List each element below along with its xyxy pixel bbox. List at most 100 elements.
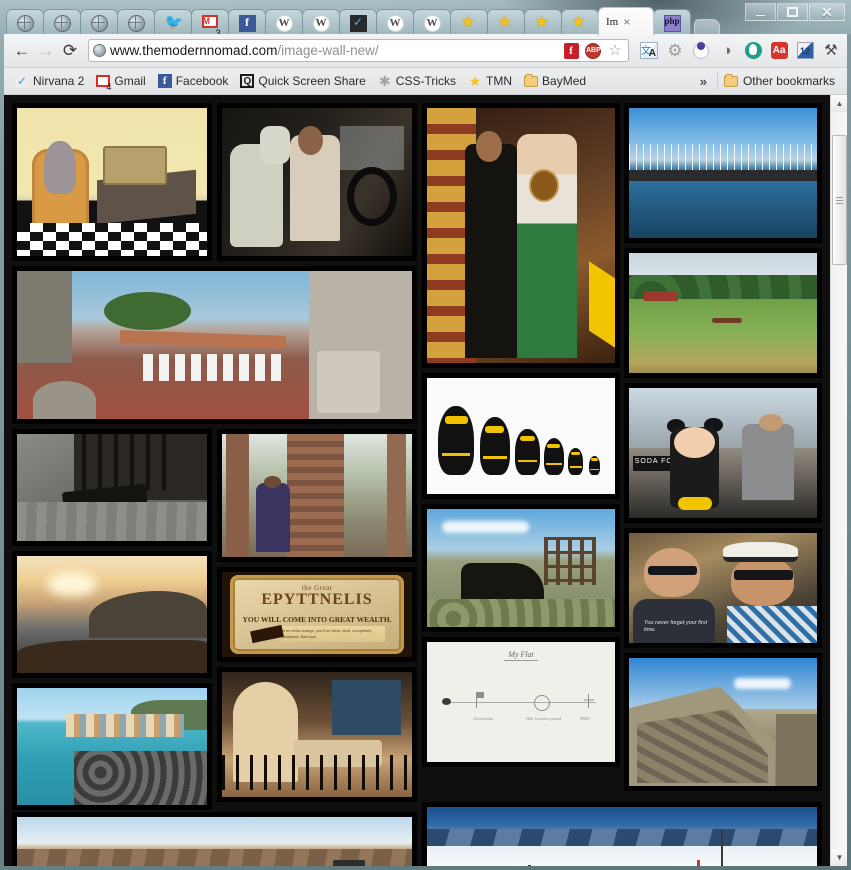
scroll-down-arrow-icon[interactable]: ▼	[831, 849, 847, 866]
wordpress-icon: W	[424, 15, 441, 32]
folder-icon	[524, 74, 538, 88]
tile-bus-driver[interactable]	[217, 103, 417, 261]
scroll-thumb-grip-icon	[836, 197, 843, 204]
url-path: /image-wall-new/	[277, 43, 378, 58]
scroll-up-arrow-icon[interactable]: ▲	[831, 95, 847, 112]
tile-rooftop-laundry[interactable]	[12, 266, 417, 424]
bookmark-label: Facebook	[176, 74, 229, 88]
tile-riad-interior[interactable]	[217, 667, 417, 802]
globe-icon	[128, 15, 145, 32]
tab-twitter[interactable]: 🐦	[154, 9, 192, 36]
tab-star-4[interactable]: ★	[561, 9, 599, 36]
forward-button[interactable]: →	[34, 39, 58, 63]
tile-turntable-deck[interactable]	[12, 429, 212, 546]
chrome-menu-wrench-icon[interactable]: ⚒	[821, 41, 841, 61]
tshirt-line-1: You never forget	[644, 620, 684, 626]
tab-wordpress-3[interactable]: W	[376, 9, 414, 36]
globe-icon	[17, 15, 34, 32]
tile-my-flat-sketch[interactable]: My Flat Give bottles Wait for notice per…	[422, 637, 620, 767]
wordpress-icon: W	[313, 15, 330, 32]
new-tab-button[interactable]	[694, 19, 720, 35]
tile-cartoon-armchair[interactable]	[12, 103, 212, 261]
bookmark-gmail[interactable]: Gmail	[91, 72, 150, 90]
tab-nirvana[interactable]: ✓	[339, 9, 377, 36]
tile-pine-tree[interactable]	[217, 429, 417, 562]
clock-extension-icon[interactable]	[691, 41, 711, 61]
bookmark-tmn[interactable]: ★ TMN	[463, 72, 517, 90]
tile-mickey-mouse[interactable]: SODA FOUNT	[624, 383, 822, 523]
tile-seaside-town[interactable]	[12, 683, 212, 810]
vertical-scroll-thumb[interactable]	[832, 135, 847, 265]
image-desert-panorama	[17, 817, 412, 866]
flash-icon[interactable]: f	[562, 42, 580, 60]
sketch-title: My Flat	[427, 650, 615, 661]
tile-two-men[interactable]: You never forget your first time.	[624, 528, 822, 648]
tile-desert-panorama[interactable]	[12, 812, 417, 866]
image-mine-machinery	[427, 509, 615, 627]
facebook-icon: f	[239, 15, 256, 32]
tab-globe-3[interactable]	[80, 9, 118, 36]
browser-window: ✕ 🐦 M3 f W W ✓ W W ★ ★ ★ ★	[0, 0, 851, 870]
tab-close-icon[interactable]: ×	[623, 16, 630, 28]
font-size-icon[interactable]: Aa	[769, 41, 789, 61]
bookmark-label: Gmail	[114, 74, 145, 88]
tile-snow-panorama[interactable]	[422, 802, 822, 866]
tshirt-text: You never forget your first time.	[644, 620, 708, 634]
tab-facebook[interactable]: f	[228, 9, 266, 36]
translate-icon[interactable]	[639, 41, 659, 61]
tab-globe-1[interactable]	[6, 9, 44, 36]
tab-gmail[interactable]: M3	[191, 9, 229, 36]
column-2-lower: the Great EPYTTNELIS YOU WILL COME INTO …	[217, 429, 417, 807]
tab-title: Im	[606, 16, 618, 28]
image-riad-interior	[222, 672, 412, 797]
tab-globe-2[interactable]	[43, 9, 81, 36]
bookmark-star-icon[interactable]: ☆	[606, 42, 624, 60]
image-seaside-town	[17, 688, 207, 805]
image-marina-boats	[629, 108, 817, 238]
back-button[interactable]: ←	[10, 39, 34, 63]
tab-star-2[interactable]: ★	[487, 9, 525, 36]
tab-strip: 🐦 M3 f W W ✓ W W ★ ★ ★ ★ Im × php	[0, 8, 851, 36]
reload-button[interactable]: ⟳	[58, 39, 82, 63]
bookmark-css-tricks[interactable]: ✱ CSS-Tricks	[373, 72, 461, 90]
tile-nesting-dolls[interactable]	[422, 373, 620, 499]
folder-icon	[724, 74, 738, 88]
tile-mine-machinery[interactable]	[422, 504, 620, 632]
blue-extension-icon[interactable]: 12	[795, 41, 815, 61]
adblock-icon[interactable]: ABP	[584, 42, 602, 60]
tile-saint-statue[interactable]	[422, 103, 620, 368]
bookmark-quick-screen-share[interactable]: Q Quick Screen Share	[235, 72, 370, 90]
other-bookmarks-folder[interactable]: Other bookmarks	[717, 72, 841, 90]
tile-green-field[interactable]	[624, 248, 822, 378]
image-fortune-card: the Great EPYTTNELIS YOU WILL COME INTO …	[222, 572, 412, 657]
tab-php[interactable]: php	[653, 9, 691, 36]
gmail-icon: M3	[202, 15, 219, 32]
gear-icon[interactable]: ⚙	[665, 41, 685, 61]
wordpress-icon: W	[276, 15, 293, 32]
column-2	[217, 103, 417, 266]
bookmark-folder-baymed[interactable]: BayMed	[519, 72, 591, 90]
tab-star-1[interactable]: ★	[450, 9, 488, 36]
tab-active-image-wall[interactable]: Im ×	[598, 7, 654, 36]
tab-wordpress-2[interactable]: W	[302, 9, 340, 36]
globe-extension-icon[interactable]	[743, 41, 763, 61]
php-icon: php	[664, 15, 681, 32]
vertical-scrollbar[interactable]: ▲ ▼	[830, 95, 847, 866]
fortune-line-4: At no extra charge, you'll be blind, dea…	[279, 626, 385, 641]
bookmarks-overflow-button[interactable]: »	[692, 74, 715, 89]
tab-star-3[interactable]: ★	[524, 9, 562, 36]
address-bar[interactable]: www.themodernnomad.com/image-wall-new/ f…	[88, 39, 629, 62]
bookmark-facebook[interactable]: f Facebook	[153, 72, 234, 90]
bookmark-nirvana-2[interactable]: ✓ Nirvana 2	[10, 72, 89, 90]
tile-fortune-card[interactable]: the Great EPYTTNELIS YOU WILL COME INTO …	[217, 567, 417, 662]
tile-sunset-cove[interactable]	[12, 551, 212, 678]
sketch-label-4: FREE	[570, 716, 600, 721]
star-icon: ★	[572, 15, 589, 32]
tile-marina-boats[interactable]	[624, 103, 822, 243]
tab-wordpress-1[interactable]: W	[265, 9, 303, 36]
tab-globe-4[interactable]	[117, 9, 155, 36]
tab-wordpress-4[interactable]: W	[413, 9, 451, 36]
column-1-2-bottom-wide	[12, 812, 417, 866]
ghostery-icon[interactable]: ◑	[717, 41, 737, 61]
tile-pyramid-steps[interactable]	[624, 653, 822, 791]
